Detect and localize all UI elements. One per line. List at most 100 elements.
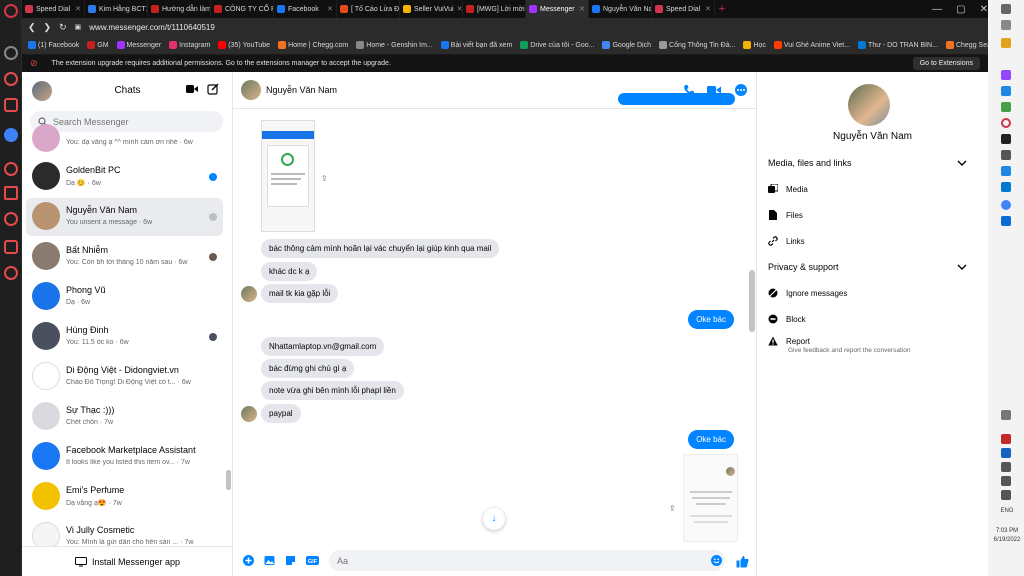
- bookmark-item[interactable]: Học: [743, 41, 766, 49]
- plus-icon[interactable]: [243, 555, 254, 566]
- bookmark-item[interactable]: Home | Chegg.com: [278, 41, 348, 49]
- conversation-item[interactable]: GoldenBit PC Dạ 😊 · 6w: [26, 158, 223, 196]
- window-icon[interactable]: [1001, 4, 1011, 14]
- go-to-extensions-button[interactable]: Go to Extensions: [912, 57, 980, 70]
- chevron-down-icon[interactable]: [957, 158, 967, 168]
- forward-icon[interactable]: ❯: [44, 22, 52, 33]
- ignore-messages-item[interactable]: Ignore messages: [768, 286, 847, 300]
- gif-icon[interactable]: GIF: [306, 555, 319, 566]
- sticker-icon[interactable]: [285, 555, 296, 566]
- minimize-icon[interactable]: —: [932, 4, 942, 15]
- speed-dial-icon[interactable]: [4, 46, 18, 60]
- new-tab-button[interactable]: +: [715, 0, 729, 18]
- close-tab-icon[interactable]: ✕: [327, 5, 333, 13]
- bookmark-item[interactable]: Messenger: [116, 41, 161, 49]
- bookmark-item[interactable]: Home - Genshin Im...: [356, 41, 433, 49]
- message-bubble[interactable]: Oke bác: [688, 430, 734, 449]
- more-options-icon[interactable]: [735, 84, 747, 96]
- image-attachment[interactable]: [683, 454, 738, 542]
- back-icon[interactable]: ❮: [28, 22, 36, 33]
- conversation-item[interactable]: Hùng Đinh You: 11.5 ốc ko · 6w: [26, 318, 223, 356]
- conversation-name[interactable]: Nguyễn Văn Nam: [266, 85, 337, 95]
- message-bubble[interactable]: paypal: [261, 404, 301, 423]
- close-icon[interactable]: ✕: [980, 4, 988, 15]
- bookmark-item[interactable]: Bài viết bạn đã xem: [440, 41, 512, 49]
- like-icon[interactable]: [736, 555, 749, 568]
- settings-icon[interactable]: [4, 266, 18, 280]
- chats-scrollbar[interactable]: [226, 470, 231, 490]
- tab-item[interactable]: Nguyễn Văn Na✕: [589, 0, 652, 18]
- image-attachment[interactable]: [261, 120, 315, 232]
- privacy-section-header[interactable]: Privacy & support: [768, 262, 839, 272]
- app-icon[interactable]: [1001, 166, 1011, 176]
- opera-logo-icon[interactable]: [4, 4, 18, 18]
- tab-item[interactable]: [ Tố Cáo Lừa Đả✕: [337, 0, 400, 18]
- tab-item[interactable]: Messenger ✕: [526, 0, 589, 18]
- tab-item[interactable]: Speed Dial ✕: [22, 0, 85, 18]
- message-input[interactable]: [329, 550, 725, 571]
- conversation-item[interactable]: Sự Thạc :))) Chết chôn · 7w: [26, 398, 223, 436]
- close-tab-icon[interactable]: ✕: [457, 5, 462, 13]
- share-icon[interactable]: ⇪: [321, 174, 330, 183]
- message-bubble[interactable]: khác dc k ạ: [261, 262, 318, 281]
- conversation-scrollbar[interactable]: [749, 270, 755, 332]
- volume-icon[interactable]: [1001, 476, 1011, 486]
- image-icon[interactable]: [264, 555, 275, 566]
- app-icon[interactable]: [1001, 216, 1011, 226]
- tab-item[interactable]: [MWG] Lời mời l✕: [463, 0, 526, 18]
- compose-icon[interactable]: [207, 83, 219, 95]
- message-bubble[interactable]: bác thông cảm mình hoãn lại vác chuyển l…: [261, 239, 500, 258]
- emoji-icon[interactable]: [711, 555, 722, 566]
- block-item[interactable]: Block: [768, 312, 806, 326]
- opera-icon[interactable]: [1001, 118, 1011, 128]
- media-item[interactable]: Media: [768, 182, 808, 196]
- whatsapp-icon[interactable]: [4, 162, 18, 176]
- tab-item[interactable]: Speed Dial ✕: [652, 0, 715, 18]
- tab-item[interactable]: Facebook ✕: [274, 0, 337, 18]
- message-bubble[interactable]: bác đừng ghi chú gì ạ: [261, 359, 355, 378]
- task-view-icon[interactable]: [1001, 20, 1011, 30]
- close-tab-icon[interactable]: ✕: [705, 5, 711, 13]
- share-icon[interactable]: ⇪: [669, 504, 678, 513]
- message-bubble[interactable]: Oke bác: [688, 310, 734, 329]
- chrome-icon[interactable]: [1001, 200, 1011, 210]
- conversation-item[interactable]: Facebook Marketplace Assistant It looks l…: [26, 438, 223, 476]
- maximize-icon[interactable]: ▢: [956, 4, 965, 15]
- history-icon[interactable]: [4, 212, 18, 226]
- bookmark-item[interactable]: Drive của tôi - Goo...: [520, 41, 594, 49]
- language-indicator[interactable]: ENG: [990, 508, 1024, 514]
- messenger-sidebar-icon[interactable]: [4, 128, 18, 142]
- pinboard-icon[interactable]: [4, 72, 18, 86]
- bookmark-item[interactable]: Chegg Search: [945, 41, 988, 49]
- files-item[interactable]: Files: [768, 208, 803, 222]
- avatar[interactable]: [241, 80, 261, 100]
- folder-icon[interactable]: [1001, 38, 1011, 48]
- edge-icon[interactable]: [1001, 182, 1011, 192]
- conversation-item[interactable]: Phong Vũ Dạ · 6w: [26, 278, 223, 316]
- twitch-icon[interactable]: [4, 98, 18, 112]
- app-icon[interactable]: [1001, 134, 1011, 144]
- tab-item[interactable]: CÔNG TY CỔ PH✕: [211, 0, 274, 18]
- message-bubble[interactable]: mail tk kia gặp lỗi: [261, 284, 339, 303]
- conversation-item[interactable]: Di Động Việt - Didongviet.vn Chào Đỗ Trọn…: [26, 358, 223, 396]
- tab-item[interactable]: Hướng dẫn làm✕: [148, 0, 211, 18]
- bookmark-item[interactable]: GM: [87, 41, 109, 49]
- message-bubble[interactable]: [618, 93, 735, 105]
- send-icon[interactable]: [4, 186, 18, 200]
- new-room-icon[interactable]: [186, 84, 198, 94]
- chevron-down-icon[interactable]: [957, 262, 967, 272]
- bookmark-item[interactable]: Cổng Thông Tin Đà...: [659, 41, 735, 49]
- avatar[interactable]: [848, 84, 890, 126]
- bluetooth-icon[interactable]: [1001, 448, 1011, 458]
- close-tab-icon[interactable]: ✕: [579, 5, 585, 13]
- app-icon[interactable]: [1001, 86, 1011, 96]
- bookmark-item[interactable]: Google Dịch: [602, 41, 651, 49]
- bookmark-item[interactable]: (35) YouTube: [218, 41, 270, 49]
- app-icon[interactable]: [1001, 70, 1011, 80]
- bookmark-item[interactable]: Vui Ghé Anime Viet...: [773, 41, 850, 49]
- url-input[interactable]: [89, 22, 290, 32]
- bookmark-item[interactable]: Thư - DO TRAN BIN...: [858, 41, 938, 49]
- message-bubble[interactable]: note vừa ghi bên mình lỗi phapl liền: [261, 381, 404, 400]
- media-section-header[interactable]: Media, files and links: [768, 158, 852, 168]
- tab-item[interactable]: Kim Hằng BCT1✕: [85, 0, 148, 18]
